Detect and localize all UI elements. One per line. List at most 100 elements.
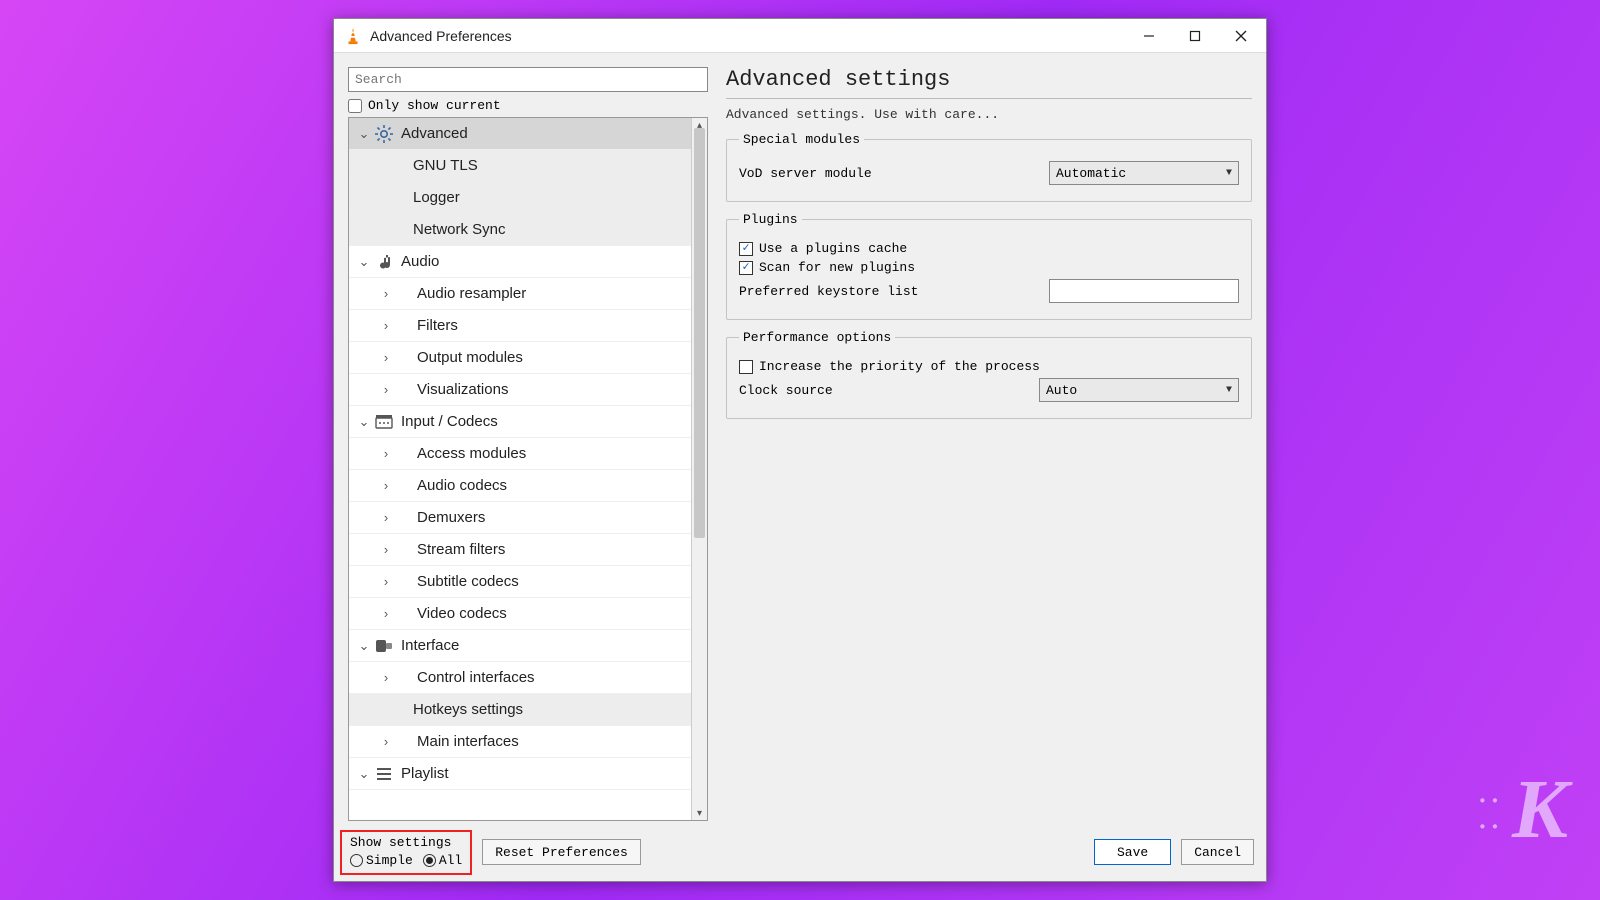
tree-item-gnu-tls[interactable]: GNU TLS bbox=[349, 150, 691, 182]
vod-server-value: Automatic bbox=[1056, 166, 1126, 181]
only-show-current-checkbox[interactable]: Only show current bbox=[348, 98, 708, 113]
settings-panel: Advanced settings Advanced settings. Use… bbox=[726, 67, 1252, 821]
tree-item-visualizations[interactable]: › Visualizations bbox=[349, 374, 691, 406]
tree-item-audio-codecs[interactable]: ›Audio codecs bbox=[349, 470, 691, 502]
watermark: ∙∙∙∙ K bbox=[1479, 761, 1568, 858]
only-show-current-box[interactable] bbox=[348, 99, 362, 113]
tree-item-output-modules[interactable]: ›Output modules bbox=[349, 342, 691, 374]
tree-item-label: Main interfaces bbox=[417, 733, 519, 750]
tree-item-label: Control interfaces bbox=[417, 669, 535, 686]
show-settings-label: Show settings bbox=[350, 835, 462, 850]
clock-source-label: Clock source bbox=[739, 383, 1039, 398]
tree-item-label: Advanced bbox=[401, 125, 468, 142]
only-show-current-label: Only show current bbox=[368, 98, 501, 113]
chevron-right-icon: › bbox=[377, 478, 395, 493]
performance-group: Performance options Increase the priorit… bbox=[726, 330, 1252, 419]
use-plugins-cache-checkbox[interactable]: Use a plugins cache bbox=[739, 241, 1239, 256]
tree-item-access-modules[interactable]: › Access modules bbox=[349, 438, 691, 470]
codec-icon bbox=[373, 411, 395, 433]
tree-item-subtitle-codecs[interactable]: ›Subtitle codecs bbox=[349, 566, 691, 598]
tree-item-label: Output modules bbox=[417, 349, 523, 366]
clock-source-dropdown[interactable]: Auto ▼ bbox=[1039, 378, 1239, 402]
checkbox-unchecked-icon bbox=[739, 360, 753, 374]
search-input[interactable] bbox=[348, 67, 708, 92]
keystore-list-input[interactable] bbox=[1049, 279, 1239, 303]
panel-heading: Advanced settings bbox=[726, 67, 1252, 92]
save-button[interactable]: Save bbox=[1094, 839, 1171, 865]
use-plugins-cache-label: Use a plugins cache bbox=[759, 241, 907, 256]
tree-item-interface[interactable]: ⌄ Interface bbox=[349, 630, 691, 662]
tree-item-filters[interactable]: ›Filters bbox=[349, 310, 691, 342]
plugins-group: Plugins Use a plugins cache Scan for new… bbox=[726, 212, 1252, 320]
chevron-right-icon: › bbox=[377, 542, 395, 557]
keystore-list-label: Preferred keystore list bbox=[739, 284, 1049, 299]
tree-item-label: GNU TLS bbox=[413, 157, 478, 174]
simple-radio[interactable]: Simple bbox=[350, 853, 413, 868]
increase-priority-checkbox[interactable]: Increase the priority of the process bbox=[739, 359, 1239, 374]
checkbox-checked-icon bbox=[739, 261, 753, 275]
increase-priority-label: Increase the priority of the process bbox=[759, 359, 1040, 374]
left-panel: Only show current ⌄ Advanced GNU TLS Logger… bbox=[348, 67, 708, 821]
chevron-down-icon: ⌄ bbox=[355, 638, 373, 654]
tree-item-label: Demuxers bbox=[417, 509, 485, 526]
special-modules-legend: Special modules bbox=[739, 132, 864, 147]
preferences-window: Advanced Preferences Only show current ⌄… bbox=[333, 18, 1267, 882]
maximize-button[interactable] bbox=[1172, 20, 1218, 52]
tree-item-label: Audio resampler bbox=[417, 285, 526, 302]
chevron-right-icon: › bbox=[377, 574, 395, 589]
tree-item-advanced[interactable]: ⌄ Advanced bbox=[349, 118, 691, 150]
vod-server-label: VoD server module bbox=[739, 166, 1049, 181]
chevron-down-icon: ⌄ bbox=[355, 126, 373, 142]
all-radio[interactable]: All bbox=[423, 853, 462, 868]
tree-item-label: Input / Codecs bbox=[401, 413, 498, 430]
performance-legend: Performance options bbox=[739, 330, 895, 345]
chevron-down-icon: ⌄ bbox=[355, 414, 373, 430]
chevron-right-icon: › bbox=[377, 382, 395, 397]
scan-new-plugins-checkbox[interactable]: Scan for new plugins bbox=[739, 260, 1239, 275]
chevron-down-icon: ▼ bbox=[1226, 385, 1232, 396]
tree-item-network-sync[interactable]: Network Sync bbox=[349, 214, 691, 246]
tree-item-video-codecs[interactable]: ›Video codecs bbox=[349, 598, 691, 630]
tree-item-audio[interactable]: ⌄ Audio bbox=[349, 246, 691, 278]
tree-item-label: Visualizations bbox=[417, 381, 508, 398]
tree-item-hotkeys-settings[interactable]: Hotkeys settings bbox=[349, 694, 691, 726]
scroll-down-icon[interactable]: ▾ bbox=[692, 806, 707, 820]
tree-item-logger[interactable]: Logger bbox=[349, 182, 691, 214]
show-settings-group: Show settings Simple All bbox=[340, 830, 472, 875]
tree-item-label: Access modules bbox=[417, 445, 526, 462]
tree-item-main-interfaces[interactable]: › Main interfaces bbox=[349, 726, 691, 758]
reset-preferences-button[interactable]: Reset Preferences bbox=[482, 839, 641, 865]
chevron-right-icon: › bbox=[377, 446, 395, 461]
heading-divider bbox=[726, 98, 1252, 99]
close-button[interactable] bbox=[1218, 20, 1264, 52]
playlist-icon bbox=[373, 763, 395, 785]
tree-scrollbar[interactable]: ▴ ▾ bbox=[691, 118, 707, 820]
tree-item-label: Stream filters bbox=[417, 541, 505, 558]
tree-item-label: Hotkeys settings bbox=[413, 701, 523, 718]
vod-server-dropdown[interactable]: Automatic ▼ bbox=[1049, 161, 1239, 185]
clock-source-value: Auto bbox=[1046, 383, 1077, 398]
tree-item-audio-resampler[interactable]: ›Audio resampler bbox=[349, 278, 691, 310]
watermark-dots-icon: ∙∙∙∙ bbox=[1479, 788, 1504, 858]
window-title: Advanced Preferences bbox=[370, 28, 1126, 44]
tree-item-stream-filters[interactable]: › Stream filters bbox=[349, 534, 691, 566]
chevron-right-icon: › bbox=[377, 670, 395, 685]
tree-item-playlist[interactable]: ⌄Playlist bbox=[349, 758, 691, 790]
tree-item-input-codecs[interactable]: ⌄ Input / Codecs bbox=[349, 406, 691, 438]
tree-item-label: Interface bbox=[401, 637, 459, 654]
audio-icon bbox=[373, 251, 395, 273]
vlc-cone-icon bbox=[344, 27, 362, 45]
cancel-button[interactable]: Cancel bbox=[1181, 839, 1254, 865]
minimize-button[interactable] bbox=[1126, 20, 1172, 52]
tree-item-demuxers[interactable]: ›Demuxers bbox=[349, 502, 691, 534]
chevron-down-icon: ▼ bbox=[1226, 168, 1232, 179]
scroll-thumb[interactable] bbox=[694, 128, 705, 538]
tree-item-control-interfaces[interactable]: › Control interfaces bbox=[349, 662, 691, 694]
tree-item-label: Network Sync bbox=[413, 221, 506, 238]
chevron-right-icon: › bbox=[377, 606, 395, 621]
chevron-down-icon: ⌄ bbox=[355, 254, 373, 270]
checkbox-checked-icon bbox=[739, 242, 753, 256]
chevron-right-icon: › bbox=[377, 318, 395, 333]
tree-item-label: Audio bbox=[401, 253, 439, 270]
chevron-right-icon: › bbox=[377, 734, 395, 749]
